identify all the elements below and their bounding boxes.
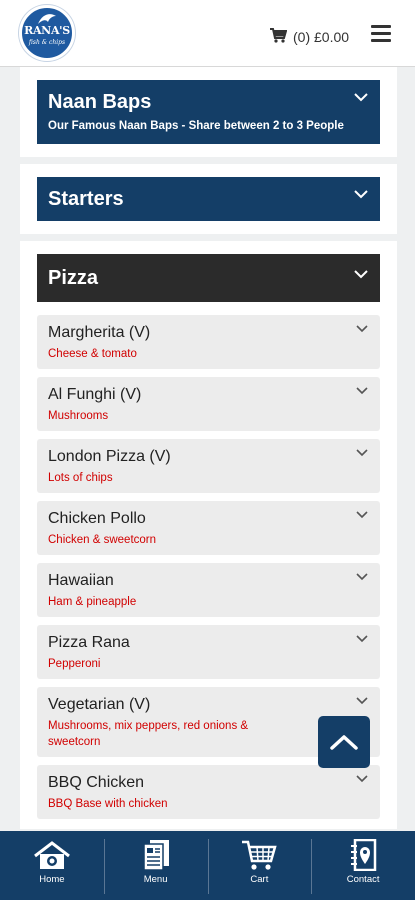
logo-subtext: fish & chips — [28, 39, 66, 46]
item-name: Chicken Pollo — [48, 510, 146, 527]
nav-cart[interactable]: Cart — [207, 831, 312, 900]
chevron-up-icon — [330, 735, 358, 750]
nav-menu[interactable]: Menu — [103, 831, 208, 900]
item-name: Hawaiian — [48, 572, 114, 589]
chevron-down-icon — [356, 449, 368, 457]
item-description: Cheese & tomato — [48, 348, 137, 360]
item-name: Margherita (V) — [48, 324, 151, 341]
nav-label: Home — [39, 874, 65, 885]
menu-item[interactable]: London Pizza (V) Lots of chips — [37, 439, 380, 493]
chevron-down-icon — [356, 635, 368, 643]
hamburger-menu-icon[interactable] — [371, 25, 391, 43]
category-card-naan-baps: Naan Baps Our Famous Naan Baps - Share b… — [20, 67, 397, 157]
nav-label: Cart — [250, 874, 269, 885]
chevron-down-icon — [356, 511, 368, 519]
item-description: Lots of chips — [48, 472, 113, 484]
home-icon — [33, 841, 70, 869]
chevron-down-icon — [354, 270, 368, 279]
app-header: RANA'S fish & chips (0) £0.00 — [0, 0, 415, 67]
item-name: BBQ Chicken — [48, 774, 145, 791]
item-description: Chicken & sweetcorn — [48, 534, 157, 546]
item-name: London Pizza (V) — [48, 448, 171, 465]
item-description: Pepperoni — [48, 658, 101, 670]
chevron-down-icon — [354, 190, 368, 199]
chevron-down-icon — [356, 697, 368, 705]
menu-item[interactable]: Al Funghi (V) Mushrooms — [37, 377, 380, 431]
category-title: Starters — [48, 188, 124, 210]
menu-item[interactable]: Hawaiian Ham & pineapple — [37, 563, 380, 617]
item-name: Vegetarian (V) — [48, 696, 151, 713]
menu-item[interactable]: Chicken Pollo Chicken & sweetcorn — [37, 501, 380, 555]
cart-icon — [242, 840, 278, 870]
category-title: Pizza — [48, 267, 99, 289]
bottom-navigation: Home Menu Cart Contact — [0, 831, 415, 900]
category-card-starters: Starters — [20, 164, 397, 234]
contact-pin-icon — [351, 839, 377, 871]
chevron-down-icon — [356, 325, 368, 333]
menu-item[interactable]: BBQ Chicken BBQ Base with chicken — [37, 765, 380, 819]
chevron-down-icon — [356, 573, 368, 581]
menu-item[interactable]: Margherita (V) Cheese & tomato — [37, 315, 380, 369]
category-starters[interactable]: Starters — [37, 177, 380, 221]
nav-label: Menu — [143, 874, 168, 885]
item-description: Mushrooms — [48, 410, 109, 422]
category-title: Naan Baps — [48, 91, 152, 113]
scroll-top-button[interactable] — [318, 716, 370, 768]
nav-contact[interactable]: Contact — [311, 831, 415, 900]
chevron-down-icon — [356, 775, 368, 783]
nav-home[interactable]: Home — [0, 831, 104, 900]
category-subtitle: Our Famous Naan Baps - Share between 2 t… — [48, 120, 344, 132]
cart-summary-button[interactable]: (0) £0.00 — [270, 26, 349, 48]
item-description: BBQ Base with chicken — [48, 798, 168, 810]
menu-content: Naan Baps Our Famous Naan Baps - Share b… — [20, 67, 397, 829]
category-pizza[interactable]: Pizza — [37, 254, 380, 302]
nav-label: Contact — [346, 874, 380, 885]
item-name: Al Funghi (V) — [48, 386, 142, 403]
item-name: Pizza Rana — [48, 634, 130, 651]
chevron-down-icon — [354, 93, 368, 102]
brand-logo[interactable]: RANA'S fish & chips — [19, 5, 75, 61]
category-naan-baps[interactable]: Naan Baps Our Famous Naan Baps - Share b… — [37, 80, 380, 144]
item-description: Ham & pineapple — [48, 596, 137, 608]
menu-book-icon — [142, 840, 169, 871]
chevron-down-icon — [356, 387, 368, 395]
shopping-cart-icon — [270, 28, 288, 46]
menu-item[interactable]: Pizza Rana Pepperoni — [37, 625, 380, 679]
cart-total-text: (0) £0.00 — [293, 29, 350, 45]
logo-text: RANA'S — [24, 24, 70, 37]
